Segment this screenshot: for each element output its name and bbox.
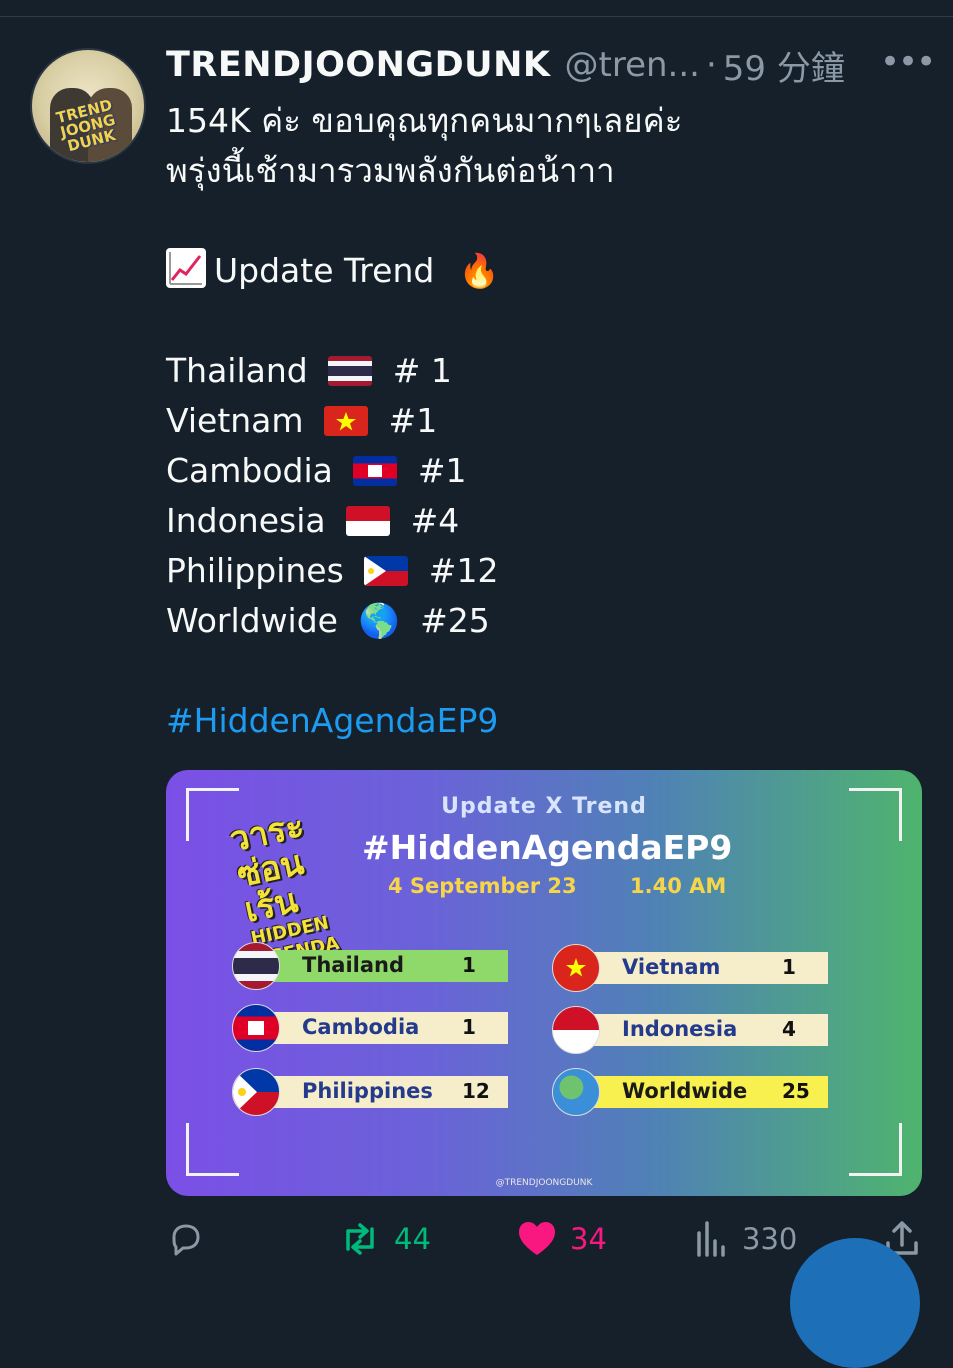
compose-fab[interactable]	[790, 1238, 920, 1368]
trend-rank: #1	[388, 401, 438, 440]
reply-icon	[172, 1224, 200, 1256]
tweet-header: TRENDJOONGDUNK @tren... · 59 分鐘	[166, 40, 845, 90]
card-rank: 1	[462, 1015, 476, 1039]
views-button[interactable]: 330	[694, 1214, 797, 1264]
trend-rank: #25	[420, 601, 490, 640]
card-rank: 12	[462, 1079, 490, 1103]
views-count: 330	[742, 1222, 798, 1256]
more-options-icon[interactable]: •••	[880, 40, 936, 90]
trend-rank: # 1	[392, 351, 452, 390]
indonesia-flag-icon	[346, 506, 391, 536]
trend-rank: #4	[410, 501, 460, 540]
trend-country: Indonesia	[166, 501, 326, 540]
separator-dot: ·	[705, 45, 717, 85]
like-count: 34	[570, 1222, 607, 1256]
update-trend-line: Update Trend 🔥	[166, 246, 926, 296]
avatar[interactable]: TREND JOONG DUNK	[30, 48, 146, 164]
retweet-count: 44	[394, 1222, 431, 1256]
card-country: Philippines	[302, 1079, 433, 1103]
trend-rank: #1	[417, 451, 467, 490]
card-country: Worldwide	[622, 1079, 748, 1103]
trend-row-thailand: Thailand # 1	[166, 346, 926, 396]
card-rank: 1	[782, 955, 796, 979]
card-rank: 1	[462, 953, 476, 977]
trend-country: Thailand	[166, 351, 308, 390]
chart-increasing-icon	[166, 248, 206, 288]
card-country: Cambodia	[302, 1015, 420, 1039]
author-handle[interactable]: @tren...	[565, 45, 700, 85]
card-subtitle: Update X Trend	[441, 794, 647, 819]
trend-image-card[interactable]: วาระ ซ่อนเร้น HIDDEN AGENDA Update X Tre…	[166, 770, 922, 1196]
card-country: Indonesia	[622, 1017, 738, 1041]
card-rank: 25	[782, 1079, 810, 1103]
like-button[interactable]: 34	[516, 1214, 607, 1264]
cambodia-flag-icon	[232, 1004, 280, 1052]
globe-icon: 🌎	[358, 601, 400, 640]
indonesia-flag-icon	[552, 1006, 600, 1054]
trend-row-cambodia: Cambodia #1	[166, 446, 926, 496]
tweet-time[interactable]: 59 分鐘	[723, 41, 845, 90]
tweet-line-1: 154K ค่ะ ขอบคุณทุกคนมากๆเลยค่ะ	[166, 101, 683, 140]
trend-country: Worldwide	[166, 601, 338, 640]
top-divider	[0, 16, 953, 17]
trend-row-philippines: Philippines #12	[166, 546, 926, 596]
update-trend-label: Update Trend	[214, 251, 435, 290]
thailand-flag-icon	[232, 942, 280, 990]
trend-row-worldwide: Worldwide 🌎 #25	[166, 596, 926, 646]
hashtag-link[interactable]: #HiddenAgendaEP9	[166, 696, 926, 746]
author-name[interactable]: TRENDJOONGDUNK	[166, 45, 551, 85]
globe-icon	[552, 1068, 600, 1116]
trend-country: Philippines	[166, 551, 344, 590]
trend-country: Cambodia	[166, 451, 333, 490]
show-logo-text: วาระ ซ่อนเร้น	[226, 805, 308, 931]
heart-icon	[519, 1222, 555, 1255]
retweet-button[interactable]: 44	[338, 1214, 431, 1264]
card-title: #HiddenAgendaEP9	[362, 828, 733, 867]
reply-button[interactable]	[166, 1214, 218, 1264]
vietnam-flag-icon	[324, 406, 369, 436]
trend-rank: #12	[428, 551, 499, 590]
card-country: Thailand	[302, 953, 404, 977]
frame-corner	[849, 1123, 902, 1176]
card-credit: @TRENDJOONGDUNK	[495, 1178, 593, 1188]
trend-country: Vietnam	[166, 401, 304, 440]
philippines-flag-icon	[232, 1068, 280, 1116]
trend-row-indonesia: Indonesia #4	[166, 496, 926, 546]
tweet-text: 154K ค่ะ ขอบคุณทุกคนมากๆเลยค่ะ พรุ่งนี้เ…	[166, 96, 926, 746]
card-country: Vietnam	[622, 955, 721, 979]
fire-icon: 🔥	[458, 251, 500, 290]
frame-corner	[186, 1123, 239, 1176]
card-time: 1.40 AM	[630, 874, 727, 898]
retweet-icon	[346, 1223, 374, 1255]
card-rank: 4	[782, 1017, 796, 1041]
cambodia-flag-icon	[353, 456, 398, 486]
card-date: 4 September 23	[388, 874, 577, 898]
philippines-flag-icon	[364, 556, 409, 586]
vietnam-flag-icon	[552, 944, 600, 992]
tweet-line-2: พรุ่งนี้เช้ามารวมพลังกันต่อน้าาา	[166, 151, 615, 190]
thailand-flag-icon	[328, 356, 373, 386]
views-icon	[697, 1221, 725, 1257]
trend-row-vietnam: Vietnam #1	[166, 396, 926, 446]
